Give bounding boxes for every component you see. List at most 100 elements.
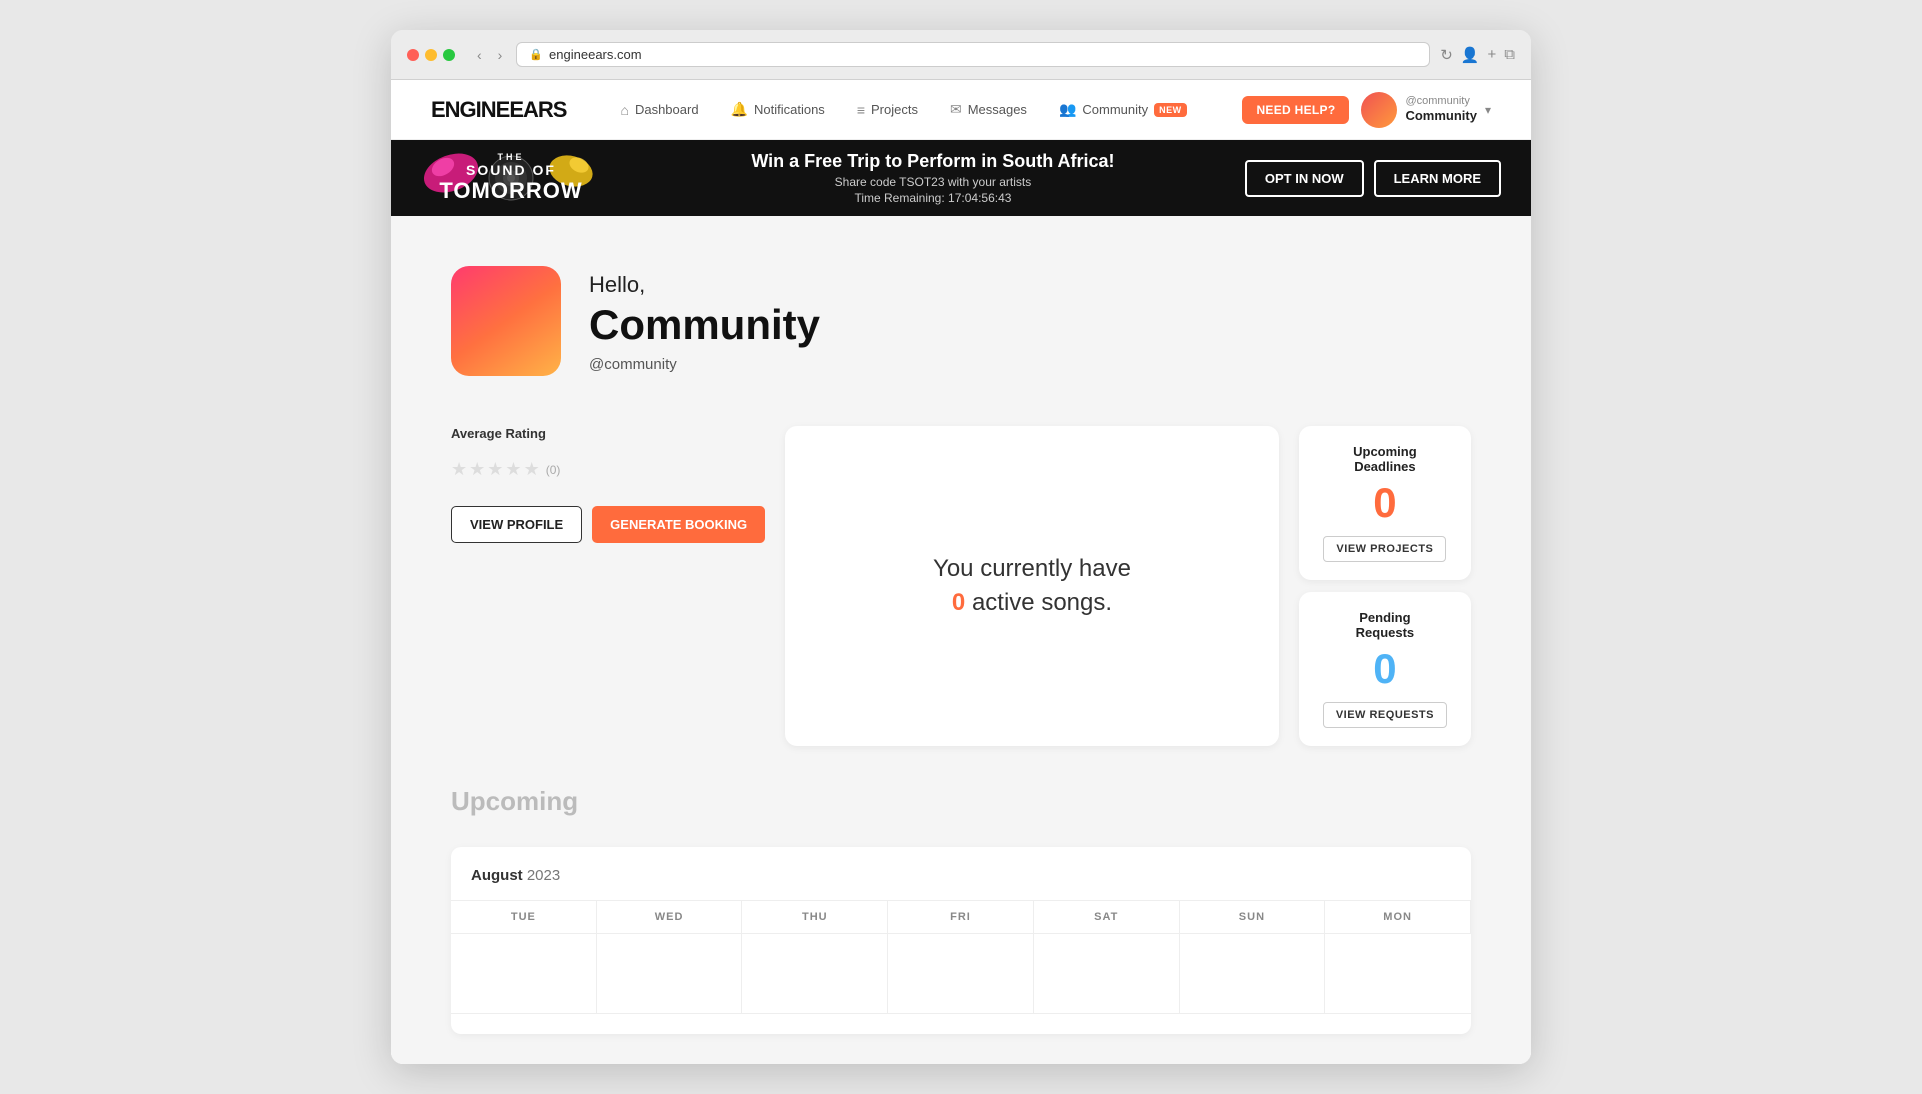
cal-cell-2 bbox=[597, 934, 743, 1014]
profile-name: Community bbox=[589, 302, 820, 348]
profile-info: Hello, Community @community bbox=[589, 266, 820, 373]
upcoming-label: Upcoming bbox=[451, 786, 1471, 817]
back-button[interactable]: ‹ bbox=[473, 45, 486, 65]
view-requests-button[interactable]: VIEW REQUESTS bbox=[1323, 702, 1447, 728]
url-text: engineears.com bbox=[549, 47, 642, 62]
main-content: Hello, Community @community Average Rati… bbox=[391, 216, 1531, 1064]
nav-item-messages[interactable]: ✉ Messages bbox=[936, 93, 1041, 126]
banner-center: Win a Free Trip to Perform in South Afri… bbox=[641, 151, 1225, 205]
cal-cell-5 bbox=[1034, 934, 1180, 1014]
cal-header-tue: TUE bbox=[451, 901, 597, 934]
cal-header-wed: WED bbox=[597, 901, 743, 934]
cal-header-thu: THU bbox=[742, 901, 888, 934]
banner-actions: OPT IN NOW LEARN MORE bbox=[1245, 160, 1501, 197]
calendar-month: August bbox=[471, 867, 523, 884]
user-info: @community Community bbox=[1405, 94, 1477, 125]
nav-item-notifications[interactable]: 🔔 Notifications bbox=[717, 93, 839, 126]
sidebar-icon: ⧉ bbox=[1504, 46, 1515, 64]
minimize-window-button[interactable] bbox=[425, 49, 437, 61]
bell-icon: 🔔 bbox=[731, 101, 748, 118]
profile-actions: Average Rating ★ ★ ★ ★ ★ (0) VIEW PROFIL… bbox=[451, 426, 765, 746]
envelope-icon: ✉ bbox=[950, 101, 962, 118]
profile-section: Hello, Community @community bbox=[451, 266, 1471, 376]
nav-label-dashboard: Dashboard bbox=[635, 102, 699, 117]
community-new-badge: NEW bbox=[1154, 103, 1187, 117]
banner-subtitle: Share code TSOT23 with your artists bbox=[641, 175, 1225, 189]
banner-logo-area: THE SOUND OF TOMORROW bbox=[421, 143, 621, 213]
banner-timer: Time Remaining: 17:04:56:43 bbox=[641, 191, 1225, 205]
cal-header-sun: SUN bbox=[1180, 901, 1326, 934]
address-bar[interactable]: 🔒 engineears.com bbox=[516, 42, 1430, 67]
nav-label-community: Community bbox=[1082, 102, 1148, 117]
calendar-year: 2023 bbox=[527, 867, 560, 884]
cal-header-fri: FRI bbox=[888, 901, 1034, 934]
cal-header-mon: MON bbox=[1325, 901, 1471, 934]
home-icon: ⌂ bbox=[620, 102, 628, 118]
stars-rating: ★ ★ ★ ★ ★ (0) bbox=[451, 459, 765, 480]
avg-rating-label: Average Rating bbox=[451, 426, 765, 441]
requests-title: PendingRequests bbox=[1323, 610, 1447, 640]
nav-item-dashboard[interactable]: ⌂ Dashboard bbox=[606, 94, 712, 126]
list-icon: ≡ bbox=[857, 102, 865, 118]
cal-header-sat: SAT bbox=[1034, 901, 1180, 934]
star-5: ★ bbox=[524, 459, 540, 480]
star-3: ★ bbox=[487, 459, 503, 480]
view-profile-button[interactable]: VIEW PROFILE bbox=[451, 506, 582, 543]
profile-icon: 👤 bbox=[1461, 46, 1480, 64]
active-songs-card: You currently have0 active songs. bbox=[785, 426, 1279, 746]
active-songs-text: You currently have0 active songs. bbox=[933, 552, 1131, 619]
nav-label-projects: Projects bbox=[871, 102, 918, 117]
browser-nav-controls: ‹ › bbox=[473, 45, 506, 65]
security-icon: 🔒 bbox=[529, 48, 543, 61]
cal-cell-3 bbox=[742, 934, 888, 1014]
forward-button[interactable]: › bbox=[494, 45, 507, 65]
view-projects-button[interactable]: VIEW PROJECTS bbox=[1323, 536, 1446, 562]
opt-in-button[interactable]: OPT IN NOW bbox=[1245, 160, 1364, 197]
calendar-section: August 2023 TUE WED THU FRI SAT SUN MON bbox=[451, 847, 1471, 1034]
nav-links: ⌂ Dashboard 🔔 Notifications ≡ Projects ✉… bbox=[606, 93, 1242, 126]
banner-title: Win a Free Trip to Perform in South Afri… bbox=[641, 151, 1225, 172]
nav-right: NEED HELP? @community Community ▾ bbox=[1242, 92, 1491, 128]
browser-actions: ↻ 👤 + ⧉ bbox=[1440, 46, 1515, 64]
profile-avatar-large bbox=[451, 266, 561, 376]
upcoming-deadlines-card: UpcomingDeadlines 0 VIEW PROJECTS bbox=[1299, 426, 1471, 580]
add-tab-button[interactable]: + bbox=[1488, 46, 1497, 64]
generate-booking-button[interactable]: GENERATE BOOKING bbox=[592, 506, 765, 543]
calendar-header: August 2023 bbox=[451, 867, 1471, 900]
stats-cards: UpcomingDeadlines 0 VIEW PROJECTS Pendin… bbox=[1299, 426, 1471, 746]
maximize-window-button[interactable] bbox=[443, 49, 455, 61]
cal-cell-1 bbox=[451, 934, 597, 1014]
nav-item-projects[interactable]: ≡ Projects bbox=[843, 94, 932, 126]
user-handle: @community bbox=[1405, 94, 1477, 108]
calendar-grid: TUE WED THU FRI SAT SUN MON bbox=[451, 900, 1471, 1014]
promo-banner: THE SOUND OF TOMORROW Win a Free Trip to… bbox=[391, 140, 1531, 216]
cal-cell-4 bbox=[888, 934, 1034, 1014]
banner-logo-image: THE SOUND OF TOMORROW bbox=[421, 143, 601, 213]
user-menu[interactable]: @community Community ▾ bbox=[1361, 92, 1491, 128]
action-buttons: VIEW PROFILE GENERATE BOOKING bbox=[451, 506, 765, 543]
user-name: Community bbox=[1405, 108, 1477, 125]
close-window-button[interactable] bbox=[407, 49, 419, 61]
need-help-button[interactable]: NEED HELP? bbox=[1242, 96, 1349, 124]
stats-row: Average Rating ★ ★ ★ ★ ★ (0) VIEW PROFIL… bbox=[451, 426, 1471, 746]
profile-handle: @community bbox=[589, 356, 820, 373]
nav-item-community[interactable]: 👥 Community NEW bbox=[1045, 93, 1201, 126]
people-icon: 👥 bbox=[1059, 101, 1076, 118]
profile-greeting: Hello, bbox=[589, 272, 820, 298]
chevron-down-icon: ▾ bbox=[1485, 103, 1491, 117]
avatar bbox=[1361, 92, 1397, 128]
cal-cell-7 bbox=[1325, 934, 1471, 1014]
nav-label-messages: Messages bbox=[968, 102, 1027, 117]
deadlines-count: 0 bbox=[1323, 482, 1447, 524]
reload-button[interactable]: ↻ bbox=[1440, 46, 1453, 64]
rating-count: (0) bbox=[546, 463, 561, 477]
star-4: ★ bbox=[505, 459, 521, 480]
nav-label-notifications: Notifications bbox=[754, 102, 825, 117]
requests-count: 0 bbox=[1323, 648, 1447, 690]
cal-cell-6 bbox=[1180, 934, 1326, 1014]
banner-logo-text: THE SOUND OF TOMORROW bbox=[439, 153, 582, 202]
pending-requests-card: PendingRequests 0 VIEW REQUESTS bbox=[1299, 592, 1471, 746]
learn-more-button[interactable]: LEARN MORE bbox=[1374, 160, 1501, 197]
browser-titlebar: ‹ › 🔒 engineears.com ↻ 👤 + ⧉ bbox=[391, 30, 1531, 80]
browser-window: ‹ › 🔒 engineears.com ↻ 👤 + ⧉ ENGINEEARS … bbox=[391, 30, 1531, 1064]
